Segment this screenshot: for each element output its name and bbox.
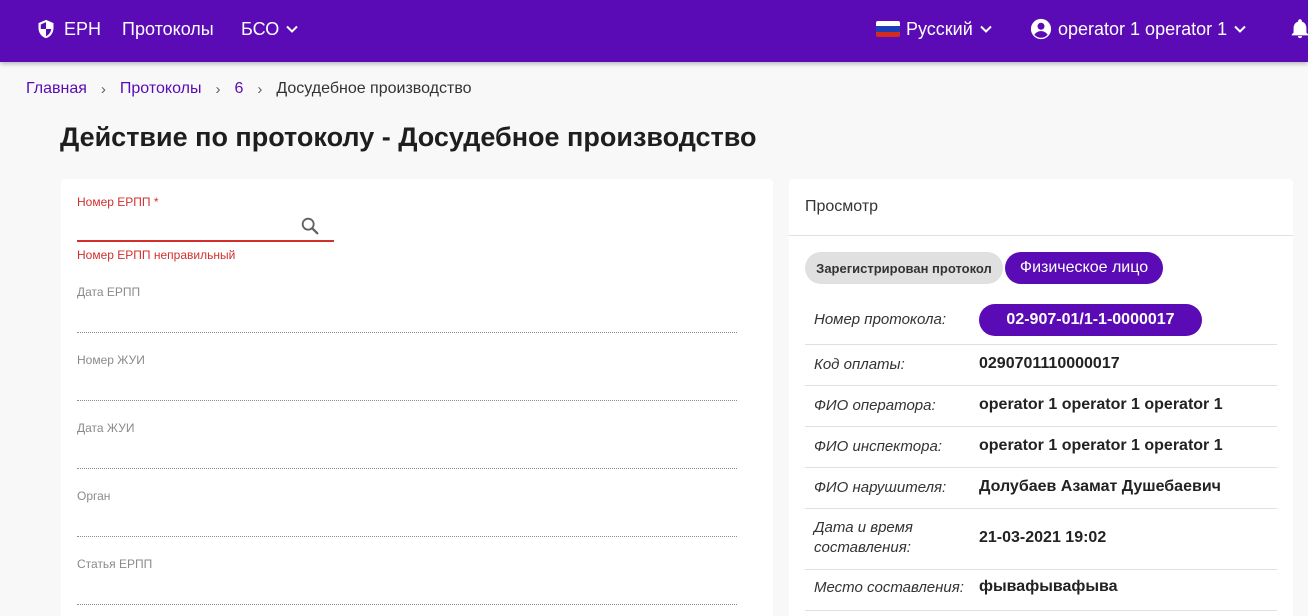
erpp-date-label: Дата ЕРПП [77, 285, 141, 299]
row-label: Код оплаты: [814, 356, 905, 373]
page-title: Действие по протоколу - Досудебное произ… [60, 122, 757, 152]
chevron-down-icon [1234, 25, 1246, 33]
zhui-number-label: Номер ЖУИ [77, 353, 145, 367]
russia-flag-icon [876, 21, 900, 37]
row-value: Долубаев Азамат Душебаевич [979, 478, 1221, 495]
row-value: 21-03-2021 19:02 [979, 529, 1107, 546]
action-form-card: Номер ЕРПП * Номер ЕРПП неправильный Дат… [61, 179, 773, 616]
row-label: Дата и время составления: [814, 519, 913, 556]
breadcrumb: Главная › Протоколы › 6 › Досудебное про… [26, 78, 472, 100]
chevron-right-icon: › [100, 80, 106, 98]
erpp-article-label: Статья ЕРПП [77, 557, 153, 571]
nav-bso-dropdown[interactable]: БСО [241, 0, 299, 58]
row-value: 0290701110000017 [979, 355, 1120, 372]
violator-row: ФИО нарушителя: Долубаев Азамат Душебаев… [805, 468, 1277, 509]
payment-code-row: Код оплаты: 0290701110000017 [805, 345, 1277, 386]
breadcrumb-current: Досудебное производство [276, 80, 472, 97]
zhui-date-underline [77, 468, 737, 469]
row-label: Номер протокола: [814, 311, 946, 328]
top-app-bar: ЕРН Протоколы БСО Русский operator 1 ope… [0, 0, 1308, 62]
operator-row: ФИО оператора: operator 1 operator 1 ope… [805, 386, 1277, 427]
erpp-article-field[interactable]: Статья ЕРПП [77, 557, 737, 605]
brand-link[interactable]: ЕРН [36, 0, 101, 58]
nav-protocols[interactable]: Протоколы [122, 0, 214, 58]
person-type-chip: Физическое лицо [1005, 252, 1163, 284]
user-name: operator 1 operator 1 [1058, 18, 1228, 39]
row-label: Место составления: [814, 579, 964, 596]
shield-icon [38, 19, 54, 39]
breadcrumb-protocol-id[interactable]: 6 [234, 80, 243, 98]
zhui-number-underline [77, 400, 737, 401]
zhui-date-label: Дата ЖУИ [77, 421, 135, 435]
organ-field[interactable]: Орган [77, 489, 737, 537]
erpp-number-input[interactable] [77, 211, 334, 242]
bell-icon [1291, 19, 1308, 39]
organ-label: Орган [77, 489, 111, 503]
chevron-right-icon: › [215, 80, 221, 98]
erpp-article-underline [77, 604, 737, 605]
chevron-down-icon [980, 25, 992, 33]
zhui-number-field[interactable]: Номер ЖУИ [77, 353, 737, 401]
notifications-button[interactable] [1289, 0, 1308, 58]
row-label: ФИО оператора: [814, 397, 936, 414]
erpp-number-error: Номер ЕРПП неправильный [77, 248, 236, 262]
preview-title: Просмотр [789, 179, 1293, 236]
search-icon[interactable] [299, 215, 321, 237]
account-circle-icon [1030, 18, 1052, 40]
organ-underline [77, 536, 737, 537]
language-label: Русский [906, 18, 973, 39]
brand-label: ЕРН [64, 18, 102, 39]
status-chip: Зарегистрирован протокол [805, 252, 1003, 284]
language-selector[interactable]: Русский [876, 0, 993, 58]
chevron-right-icon: › [257, 80, 263, 98]
row-label: ФИО инспектора: [814, 438, 942, 455]
place-row: Место составления: фывафывафыва [805, 570, 1277, 611]
chevron-down-icon [286, 25, 298, 33]
inspector-row: ФИО инспектора: operator 1 operator 1 op… [805, 427, 1277, 468]
erpp-date-underline [77, 332, 737, 333]
erpp-date-field[interactable]: Дата ЕРПП [77, 285, 737, 333]
row-value: operator 1 operator 1 operator 1 [979, 437, 1223, 454]
breadcrumb-home[interactable]: Главная [26, 80, 87, 98]
user-menu[interactable]: operator 1 operator 1 [1030, 0, 1247, 58]
erpp-number-label: Номер ЕРПП * [77, 195, 159, 209]
breadcrumb-protocols[interactable]: Протоколы [120, 80, 202, 98]
protocol-number-row: Номер протокола: 02-907-01/1-1-0000017 [805, 295, 1277, 345]
protocol-number-badge: 02-907-01/1-1-0000017 [979, 304, 1202, 336]
row-label: ФИО нарушителя: [814, 479, 947, 496]
row-value: operator 1 operator 1 operator 1 [979, 396, 1223, 413]
datetime-row: Дата и время составления: 21-03-2021 19:… [805, 509, 1277, 570]
nav-bso-label: БСО [241, 18, 280, 39]
preview-card: Просмотр Зарегистрирован протокол Физиче… [789, 179, 1293, 616]
zhui-date-field[interactable]: Дата ЖУИ [77, 421, 737, 469]
row-value: фывафывафыва [979, 578, 1118, 595]
